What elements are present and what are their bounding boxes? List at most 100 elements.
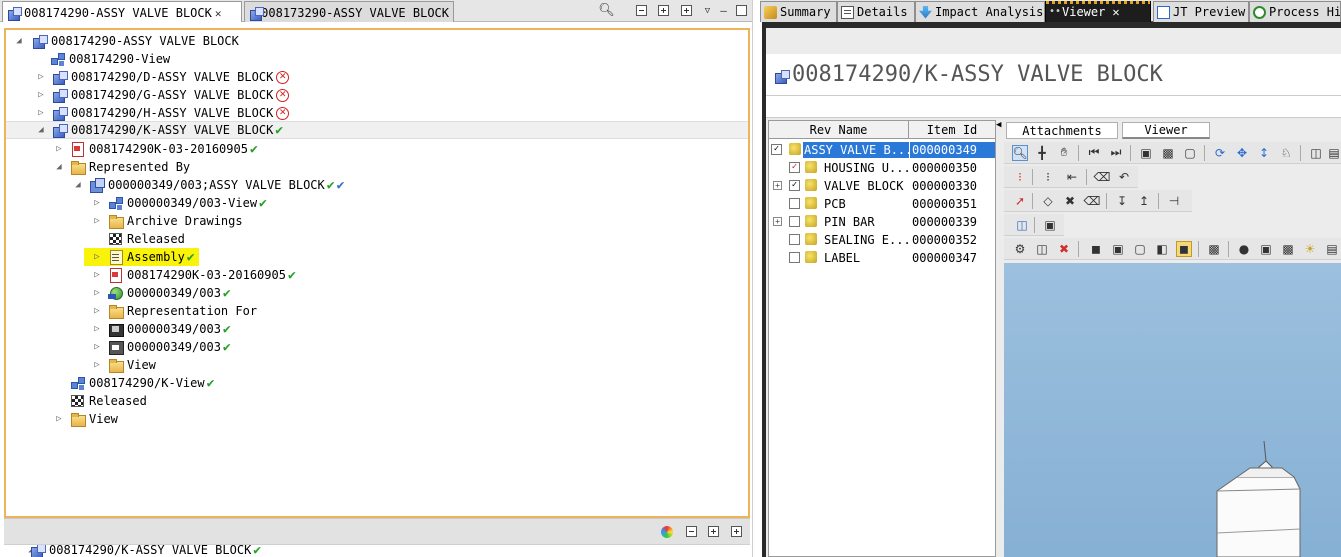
close-icon[interactable]: ✕ [1112,5,1119,19]
markup-icon[interactable]: ⁝ [1012,169,1028,185]
expand-all-icon[interactable] [729,524,744,539]
tab-008173290[interactable]: 008173290-ASSY VALVE BLOCK [244,1,454,22]
table-row[interactable]: + ✓ VALVE BLOCK 000000330 [769,177,995,195]
tree-node-drawing[interactable]: ▷ 000000349/003 ✔ [92,320,231,338]
close-icon[interactable]: ✕ [215,7,222,20]
zoom-area-icon[interactable]: ▩ [1160,145,1176,161]
expand-toggle-icon[interactable]: ▷ [54,140,64,158]
collapse-toggle-icon[interactable]: ◢ [14,32,24,50]
wireframe-icon[interactable]: ▢ [1132,241,1148,257]
more-tools-icon[interactable]: ▤ [1326,145,1341,161]
visibility-checkbox[interactable]: ✓ [789,162,800,173]
tab-process-history[interactable]: Process Hi [1249,1,1341,22]
zoom-selection-icon[interactable]: ▢ [1182,145,1198,161]
background-icon[interactable]: ▩ [1206,241,1222,257]
view-menu-icon[interactable]: ▽ [700,3,715,18]
table-row[interactable]: LABEL 000000347 [769,249,995,267]
visibility-checkbox[interactable] [789,216,800,227]
visibility-checkbox[interactable]: ✓ [771,144,782,155]
table-row[interactable]: SEALING E... 000000352 [769,231,995,249]
section-icon[interactable]: ◫ [1308,145,1324,161]
shaded-edges-icon[interactable]: ▣ [1110,241,1126,257]
expand-toggle-icon[interactable]: ▷ [36,68,46,86]
tab-summary[interactable]: Summary [760,1,837,22]
collapse-toggle-icon[interactable]: ◢ [54,158,64,176]
expand-toggle-icon[interactable]: ▷ [92,212,102,230]
collapse-all-icon[interactable] [684,524,699,539]
expand-toggle-icon[interactable]: ▷ [92,320,102,338]
tree-node-released[interactable]: Released [108,230,185,248]
expand-toggle-icon[interactable]: ▷ [92,338,102,356]
trash-icon[interactable]: ⌫ [1084,193,1101,209]
visibility-checkbox[interactable]: ✓ [789,180,800,191]
tree-node-view[interactable]: 008174290-View [50,50,170,68]
pane-splitter[interactable] [752,0,762,557]
tree-node-released-2[interactable]: Released [70,392,147,410]
snapshot-icon[interactable]: ▩ [1280,241,1296,257]
expand-toggle-icon[interactable]: ▷ [92,248,102,266]
expand-toggle-icon[interactable]: ▷ [92,302,102,320]
tab-jt-preview[interactable]: JT Preview [1153,1,1249,22]
collapse-arrow-icon[interactable]: ◀ [996,120,1001,130]
tab-details[interactable]: Details [837,1,915,22]
rotate-icon[interactable]: ⟳ [1212,145,1228,161]
column-header-rev-name[interactable]: Rev Name [769,121,909,139]
pan-tool-icon[interactable]: ╋ [1034,145,1050,161]
tree-node-pdf[interactable]: ▷ 008174290K-03-20160905 ✔ [54,140,258,158]
tree-node-rev-k[interactable]: ◢ 008174290/K-ASSY VALVE BLOCK ✔ [26,545,261,557]
move-icon[interactable]: ✥ [1234,145,1250,161]
tree-node-pdf-2[interactable]: ▷ 008174290K-03-20160905 ✔ [92,266,296,284]
pmi-off-icon[interactable]: ✖ [1056,241,1072,257]
tree-node-rev-k[interactable]: ◢ 008174290/K-ASSY VALVE BLOCK ✔ [6,121,748,139]
pmi-icon[interactable]: ◫ [1034,241,1050,257]
column-header-item-id[interactable]: Item Id [909,121,995,139]
tab-viewer[interactable]: •• Viewer ✕ [1045,1,1151,22]
minimize-icon[interactable]: — [716,3,731,18]
table-row[interactable]: ✓ ASSY VALVE B... 000000349 [769,141,995,159]
tree-node-view-folder-2[interactable]: ▷ View [54,410,118,428]
tree-node-part-rev[interactable]: ◢ 000000349/003;ASSY VALVE BLOCK ✔ ✔ [73,176,344,194]
palette-icon[interactable] [659,524,674,539]
first-frame-icon[interactable]: ⏮︎ [1086,145,1102,161]
table-row[interactable]: + PIN BAR 000000339 [769,213,995,231]
expand-toggle-icon[interactable]: + [773,217,782,226]
tab-impact-analysis[interactable]: Impact Analysis [915,1,1045,22]
delete-icon[interactable]: ⌫ [1094,169,1111,185]
search-icon[interactable]: 🔍︎ [598,3,615,18]
hand-tool-icon[interactable]: ✋︎ [1056,145,1072,161]
last-frame-icon[interactable]: ⏭︎ [1108,145,1124,161]
collapse-toggle-icon[interactable]: ◢ [73,176,83,194]
expand-toggle-icon[interactable]: ▷ [92,356,102,374]
expand-toggle-icon[interactable]: ▷ [36,86,46,104]
panel-toggle-icon[interactable]: ◫ [1014,217,1030,233]
tree-node-representation-for[interactable]: ▷ Representation For [92,302,257,320]
clip-plane-icon[interactable]: ↥ [1136,193,1152,209]
expand-toggle-icon[interactable]: ▷ [54,410,64,428]
collapse-all-icon[interactable] [634,3,649,18]
tree-node-rev-d[interactable]: ▷ 008174290/D-ASSY VALVE BLOCK ✕ [36,68,290,86]
cross-tools-icon[interactable]: ✖ [1062,193,1078,209]
tab-008174290[interactable]: 008174290-ASSY VALVE BLOCK ✕ [2,1,242,22]
table-row[interactable]: ✓ HOUSING U... 000000350 [769,159,995,177]
sphere-icon[interactable]: ● [1236,241,1252,257]
shaded-icon[interactable]: ◼ [1088,241,1104,257]
tab-attachments[interactable]: Attachments [1006,122,1118,139]
expand-icon[interactable] [656,3,671,18]
undo-icon[interactable]: ↶ [1116,169,1132,185]
walk-icon[interactable]: ♘︎ [1278,145,1294,161]
tree-node-cad-model[interactable]: ▷ 000000349/003 ✔ [92,284,230,302]
3d-viewport[interactable] [1004,263,1341,557]
collapse-toggle-icon[interactable]: ◢ [36,121,46,139]
visibility-checkbox[interactable] [789,234,800,245]
settings-icon[interactable]: ⚙︎ [1012,241,1028,257]
tree-node-k-view[interactable]: 008174290/K-View ✔ [70,374,214,392]
solid-icon[interactable]: ◼ [1176,240,1192,257]
more-render-icon[interactable]: ▤ [1324,241,1340,257]
expand-toggle-icon[interactable]: ▷ [92,194,102,212]
tree-node-dataset[interactable]: ▷ 000000349/003 ✔ [92,338,231,356]
tree-node-represented-by[interactable]: ◢ Represented By [54,158,190,176]
tree-node-assembly[interactable]: ▷ Assembly ✔ [84,248,199,266]
tree-node-view-folder[interactable]: ▷ View [92,356,156,374]
table-row[interactable]: PCB 000000351 [769,195,995,213]
fit-all-icon[interactable]: ▣ [1138,145,1154,161]
